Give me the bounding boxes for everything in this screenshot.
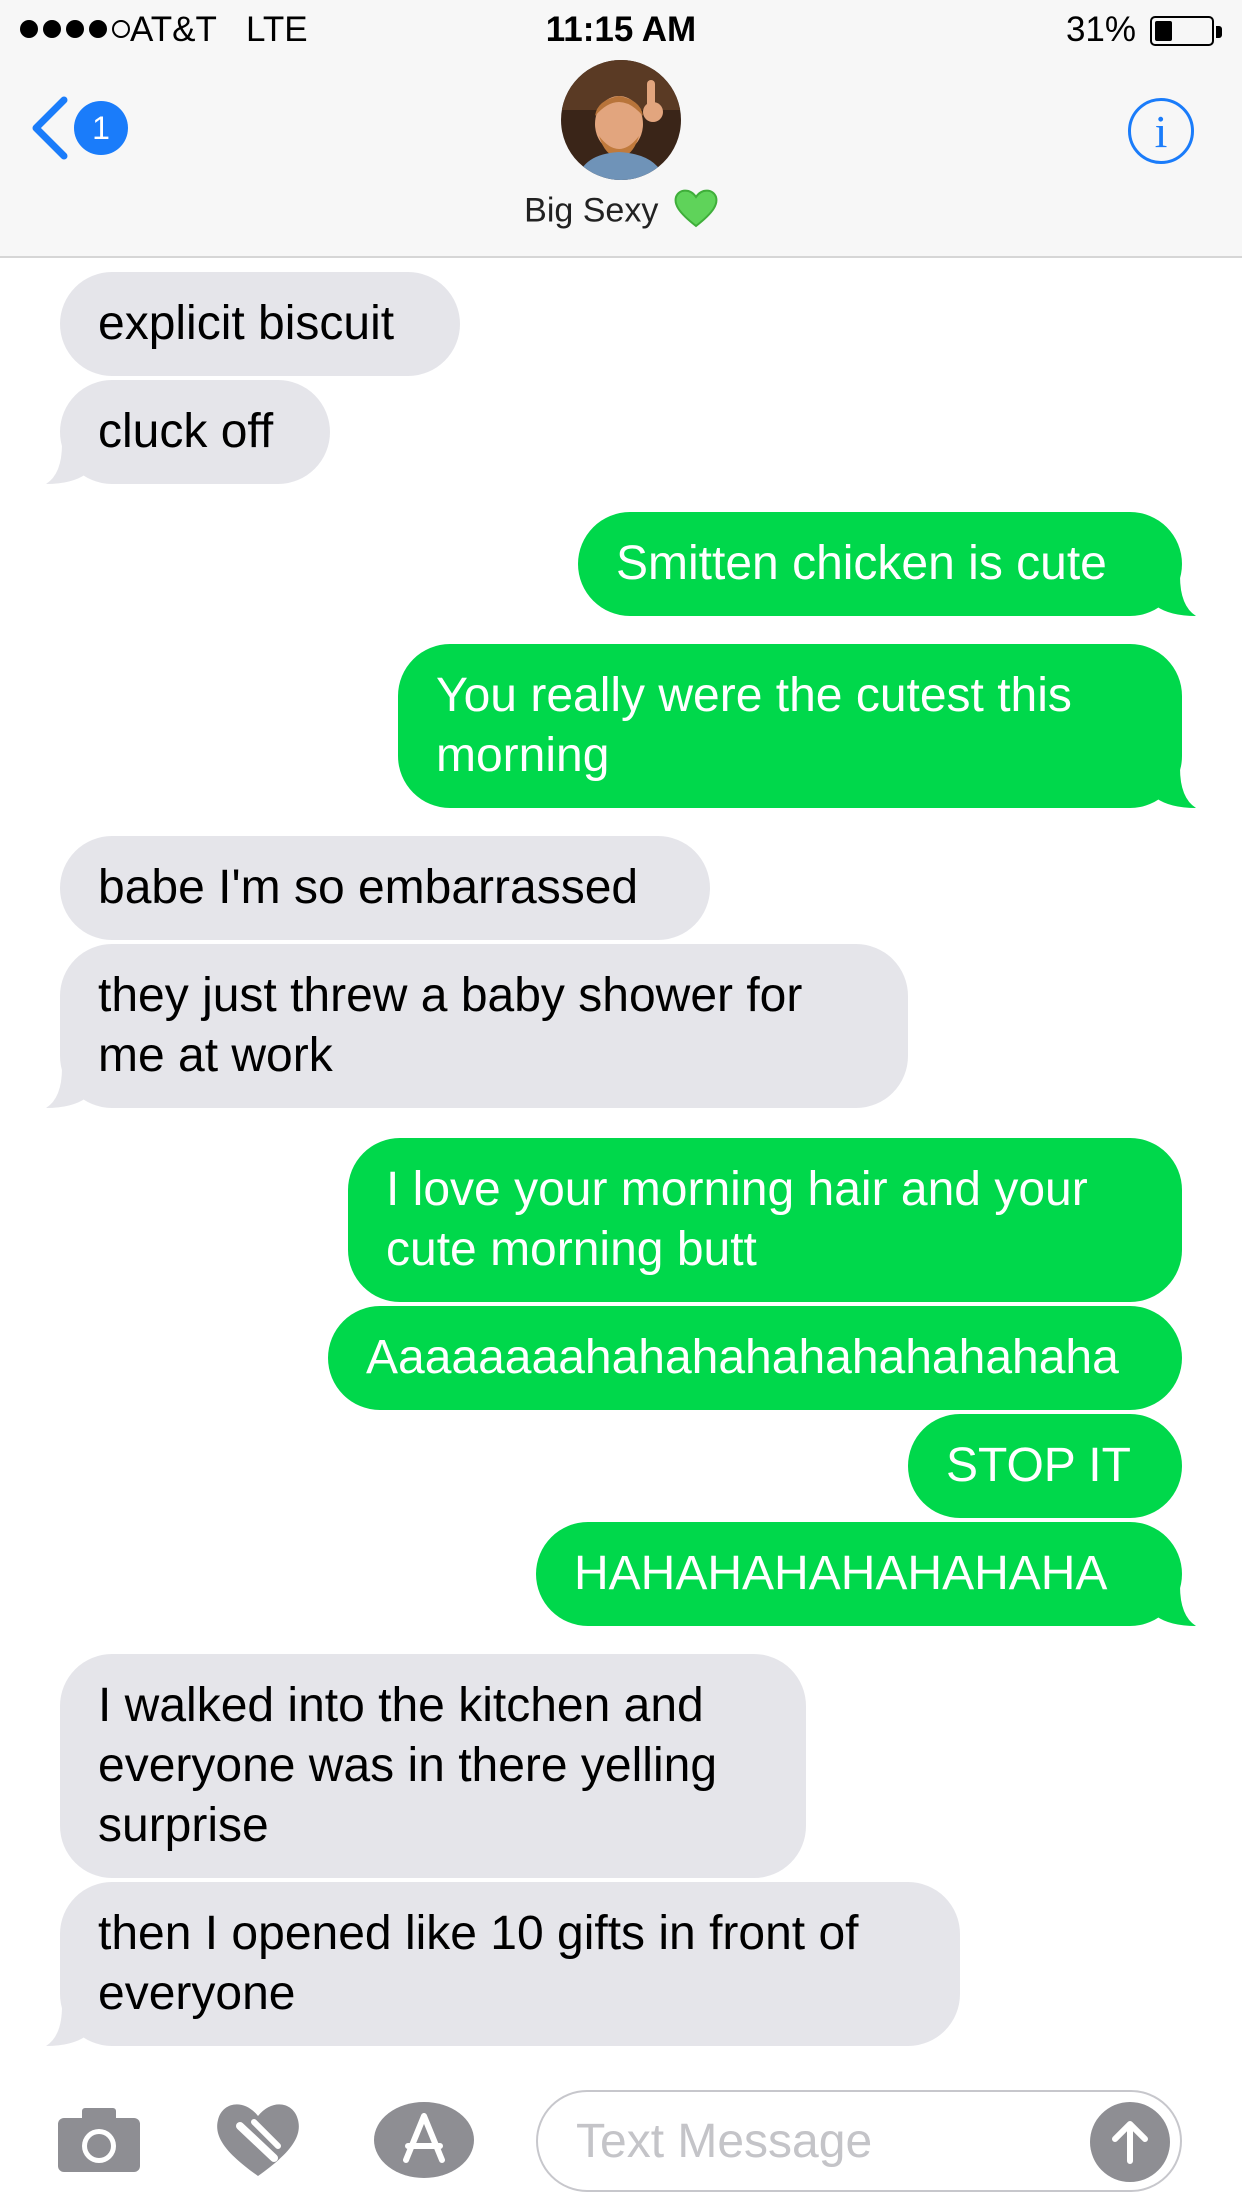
status-time: 11:15 AM	[545, 10, 697, 49]
incoming-message-bubble[interactable]: explicit biscuit	[60, 272, 460, 376]
back-button[interactable]: 1	[30, 96, 128, 160]
message-text: surprise	[98, 1799, 269, 1852]
bubble-tail	[46, 2006, 86, 2046]
battery-tip	[1216, 26, 1222, 38]
outgoing-message-bubble[interactable]: HAHAHAHAHAHAHAHA	[536, 1522, 1196, 1626]
bubble-tail	[46, 444, 86, 484]
incoming-message-bubble[interactable]: babe I'm so embarrassed	[60, 836, 710, 940]
message-text: morning	[436, 729, 610, 782]
outgoing-message-bubble[interactable]: STOP IT	[908, 1414, 1182, 1518]
battery-percent: 31%	[1065, 10, 1136, 49]
bubble-tail	[46, 1068, 86, 1108]
message-text: explicit biscuit	[98, 297, 395, 350]
outgoing-message-bubble[interactable]: I love your morning hair and your cute mo…	[348, 1138, 1182, 1302]
battery-icon	[1150, 16, 1214, 46]
status-bar: AT&T LTE 11:15 AM 31%	[0, 0, 1242, 60]
bubble-tail	[1156, 576, 1196, 616]
message-text: they just threw a baby shower for	[98, 969, 803, 1022]
message-text: You really were the cutest this	[436, 669, 1072, 722]
outgoing-message-bubble[interactable]: Aaaaaaaahahahahahahahahahaha	[328, 1306, 1182, 1410]
incoming-message-bubble[interactable]: I walked into the kitchen and everyone wa…	[60, 1654, 806, 1878]
arrow-up-icon	[1112, 2121, 1148, 2164]
bubble-tail	[1156, 1586, 1196, 1626]
message-text: I love your morning hair and your	[386, 1163, 1088, 1216]
incoming-message-bubble[interactable]: cluck off	[46, 380, 330, 484]
message-text: everyone was in there yelling	[98, 1739, 718, 1792]
message-text: Smitten chicken is cute	[616, 537, 1107, 590]
message-text: me at work	[98, 1029, 333, 1082]
compose-bar: Text Message	[0, 2068, 1242, 2208]
digital-touch-icon[interactable]	[214, 2096, 302, 2185]
contact-name[interactable]: Big Sexy	[0, 188, 1242, 237]
send-button[interactable]	[1090, 2102, 1170, 2182]
app-store-icon[interactable]	[372, 2100, 476, 2185]
message-text: I walked into the kitchen and	[98, 1679, 704, 1732]
message-text: Aaaaaaaahahahahahahahahahaha	[366, 1331, 1119, 1384]
info-button[interactable]: i	[1128, 98, 1194, 164]
message-text: HAHAHAHAHAHAHAHA	[574, 1547, 1108, 1600]
message-text: babe I'm so embarrassed	[98, 861, 639, 914]
contact-avatar[interactable]	[561, 60, 681, 180]
incoming-message-bubble[interactable]: they just threw a baby shower for me at w…	[46, 944, 908, 1108]
message-text: cluck off	[98, 405, 274, 458]
incoming-message-bubble[interactable]: then I opened like 10 gifts in front of e…	[46, 1882, 960, 2046]
message-text: then I opened like 10 gifts in front of	[98, 1907, 859, 1960]
conversation-header: 1 Big Sexy i	[0, 60, 1242, 258]
unread-badge: 1	[74, 101, 128, 155]
bubble-tail	[1156, 768, 1196, 808]
camera-icon[interactable]	[56, 2106, 142, 2179]
green-heart-icon	[674, 188, 718, 237]
outgoing-message-bubble[interactable]: Smitten chicken is cute	[578, 512, 1196, 616]
outgoing-message-bubble[interactable]: You really were the cutest this morning	[398, 644, 1196, 808]
message-input-placeholder: Text Message	[576, 2115, 873, 2168]
chevron-left-icon	[32, 96, 68, 160]
message-text: cute morning butt	[386, 1223, 757, 1276]
message-input[interactable]: Text Message	[536, 2090, 1182, 2192]
message-text: everyone	[98, 1967, 296, 2020]
message-text: STOP IT	[946, 1439, 1131, 1492]
